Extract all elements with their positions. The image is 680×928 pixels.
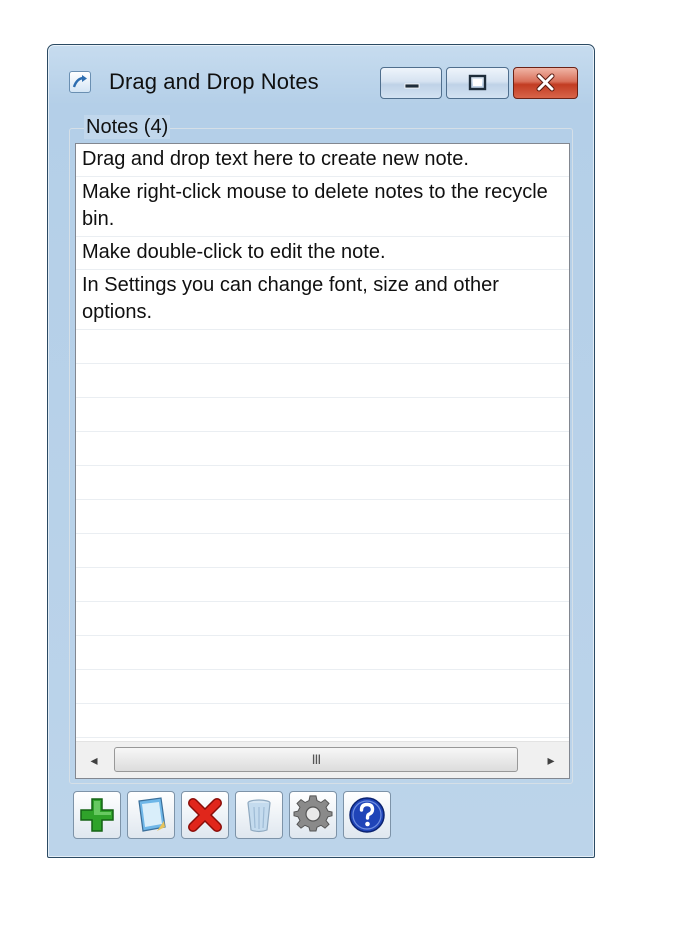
note-item[interactable]: Make double-click to edit the note. <box>76 237 569 270</box>
notes-group-label: Notes (4) <box>84 115 171 139</box>
empty-row <box>76 500 569 534</box>
close-icon <box>536 73 555 92</box>
delete-x-icon <box>188 798 222 832</box>
empty-row <box>76 466 569 500</box>
note-item[interactable]: Drag and drop text here to create new no… <box>76 144 569 177</box>
empty-row <box>76 534 569 568</box>
notepad-icon <box>138 797 166 832</box>
maximize-button[interactable] <box>446 67 509 99</box>
minimize-icon <box>404 83 420 89</box>
empty-row <box>76 364 569 398</box>
empty-row <box>76 704 569 738</box>
scrollbar-thumb[interactable]: III <box>114 747 518 772</box>
gear-icon <box>293 795 333 832</box>
help-button[interactable] <box>343 791 391 839</box>
note-item[interactable]: Make right-click mouse to delete notes t… <box>76 177 569 237</box>
notes-listbox[interactable]: Drag and drop text here to create new no… <box>75 143 570 779</box>
note-item[interactable]: In Settings you can change font, size an… <box>76 270 569 330</box>
main-window: Drag and Drop Notes Notes (4) Drag and d… <box>47 44 595 858</box>
minimize-button[interactable] <box>380 67 442 99</box>
delete-note-button[interactable] <box>181 791 229 839</box>
recycle-bin-icon <box>247 799 271 833</box>
empty-row <box>76 330 569 364</box>
scroll-left-icon[interactable]: ◂ <box>76 742 112 778</box>
plus-icon <box>80 798 114 832</box>
empty-row <box>76 432 569 466</box>
empty-row <box>76 568 569 602</box>
help-icon <box>349 797 385 833</box>
scroll-right-icon[interactable]: ▸ <box>533 742 569 778</box>
window-title: Drag and Drop Notes <box>109 69 319 94</box>
maximize-icon <box>468 74 487 91</box>
title-bar[interactable]: Drag and Drop Notes <box>48 45 594 119</box>
close-button[interactable] <box>513 67 578 99</box>
horizontal-scrollbar[interactable]: ◂ III ▸ <box>76 741 569 778</box>
empty-row <box>76 670 569 704</box>
settings-button[interactable] <box>289 791 337 839</box>
empty-row <box>76 398 569 432</box>
edit-note-button[interactable] <box>127 791 175 839</box>
empty-row <box>76 636 569 670</box>
recycle-bin-button[interactable] <box>235 791 283 839</box>
notes-list[interactable]: Drag and drop text here to create new no… <box>76 144 569 742</box>
add-note-button[interactable] <box>73 791 121 839</box>
app-icon[interactable] <box>69 71 91 93</box>
empty-row <box>76 602 569 636</box>
